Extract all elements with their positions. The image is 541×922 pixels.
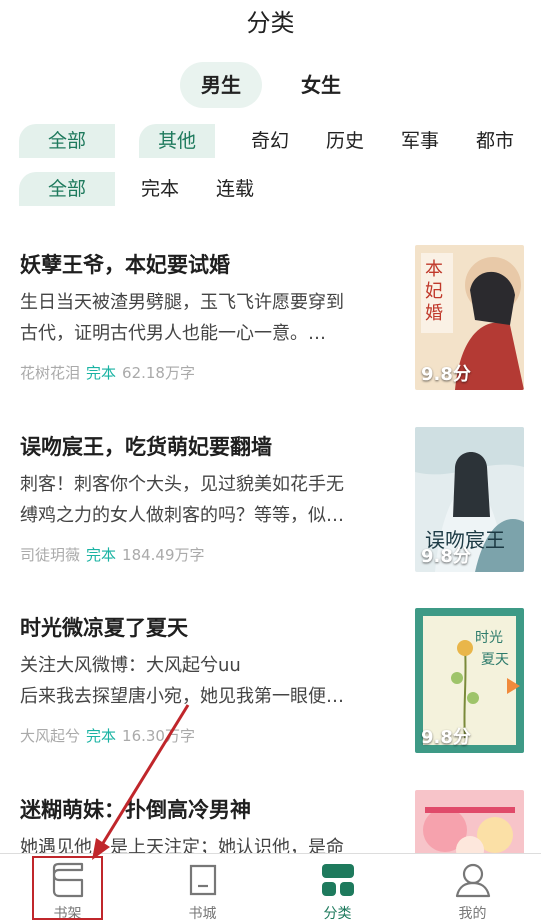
book-description-line: 关注大风微博：大风起兮uu — [20, 655, 241, 676]
nav-label: 我的 — [458, 906, 487, 922]
book-cover[interactable]: 本 妃 婚 9.8分 — [415, 245, 524, 390]
svg-text:本: 本 — [425, 259, 443, 280]
book-cover-art — [415, 790, 524, 853]
svg-text:时光: 时光 — [475, 630, 503, 646]
category-icon — [321, 864, 354, 896]
book-description-line: 生日当天被渣男劈腿，玉飞飞许愿要穿到 — [20, 292, 344, 313]
svg-text:夏天: 夏天 — [481, 652, 509, 668]
book-title: 时光微凉夏了夏天 — [20, 616, 188, 640]
gender-tabs: 男生 女生 — [0, 62, 541, 108]
page-title: 分类 — [246, 9, 295, 37]
profile-icon — [455, 863, 490, 898]
svg-text:婚: 婚 — [425, 303, 443, 324]
nav-label: 书城 — [188, 906, 217, 922]
highlight-box — [32, 856, 103, 920]
nav-label: 分类 — [323, 906, 352, 922]
book-description: 她遇见他，是上天注定；她认识他，是命 — [20, 832, 382, 853]
book-word-count: 62.18万字 — [122, 364, 195, 382]
book-description-line: 缚鸡之力的女人做刺客的吗？等等，似… — [20, 505, 344, 526]
status-filter-finished[interactable]: 完本 — [130, 172, 190, 206]
book-item[interactable]: 妖孽王爷，本妃要试婚 生日当天被渣男劈腿，玉飞飞许愿要穿到 古代，证明古代男人也… — [0, 245, 541, 415]
bookstore-icon — [189, 864, 216, 896]
book-title: 妖孽王爷，本妃要试婚 — [20, 253, 230, 277]
nav-profile[interactable]: 我的 — [405, 854, 540, 922]
book-author: 司徒玥薇 — [20, 546, 81, 564]
book-description-line: 刺客！刺客你个大头，见过貌美如花手无 — [20, 474, 344, 495]
book-word-count: 16.30万字 — [122, 727, 195, 745]
nav-category[interactable]: 分类 — [270, 854, 405, 922]
status-filter-row: 全部 完本 连载 — [0, 172, 541, 206]
nav-bookstore[interactable]: 书城 — [135, 854, 270, 922]
book-meta: 司徒玥薇 完本 184.49万字 — [20, 544, 205, 565]
tab-female[interactable]: 女生 — [280, 62, 362, 108]
book-description: 刺客！刺客你个大头，见过貌美如花手无 缚鸡之力的女人做刺客的吗？等等，似… — [20, 469, 382, 531]
book-word-count: 184.49万字 — [122, 546, 205, 564]
book-description-line: 古代，证明古代男人也能一心一意。… — [20, 323, 326, 344]
book-score: 9.8分 — [421, 546, 471, 567]
book-title: 误吻宸王，吃货萌妃要翻墙 — [20, 435, 272, 459]
category-filter-row: 全部 其他 奇幻 历史 军事 都市 — [0, 124, 541, 158]
book-score: 9.8分 — [421, 727, 471, 748]
category-filter-all[interactable]: 全部 — [19, 124, 115, 158]
page-header: 分类 — [0, 0, 541, 48]
category-filter-other[interactable]: 其他 — [139, 124, 215, 158]
category-filter-military[interactable]: 军事 — [390, 124, 450, 158]
book-title: 迷糊萌妹：扑倒高冷男神 — [20, 798, 251, 822]
book-status: 完本 — [86, 546, 117, 564]
book-description: 生日当天被渣男劈腿，玉飞飞许愿要穿到 古代，证明古代男人也能一心一意。… — [20, 287, 382, 349]
book-status: 完本 — [86, 364, 117, 382]
book-author: 大风起兮 — [20, 727, 81, 745]
book-meta: 大风起兮 完本 16.30万字 — [20, 725, 195, 746]
book-author: 花树花泪 — [20, 364, 81, 382]
tab-male[interactable]: 男生 — [180, 62, 262, 108]
category-filter-fantasy[interactable]: 奇幻 — [240, 124, 300, 158]
book-description-line: 后来我去探望唐小宛，她见我第一眼便… — [20, 686, 344, 707]
book-meta: 花树花泪 完本 62.18万字 — [20, 362, 195, 383]
book-item[interactable]: 时光微凉夏了夏天 关注大风微博：大风起兮uu 后来我去探望唐小宛，她见我第一眼便… — [0, 608, 541, 778]
book-status: 完本 — [86, 727, 117, 745]
book-cover[interactable]: 时光 夏天 9.8分 — [415, 608, 524, 753]
book-item[interactable]: 迷糊萌妹：扑倒高冷男神 她遇见他，是上天注定；她认识他，是命 — [0, 790, 541, 853]
category-filter-history[interactable]: 历史 — [315, 124, 375, 158]
book-item[interactable]: 误吻宸王，吃货萌妃要翻墙 刺客！刺客你个大头，见过貌美如花手无 缚鸡之力的女人做… — [0, 427, 541, 597]
book-cover[interactable] — [415, 790, 524, 853]
category-filter-urban[interactable]: 都市 — [465, 124, 525, 158]
book-description-line: 她遇见他，是上天注定；她认识他，是命 — [20, 837, 344, 853]
book-cover[interactable]: 误吻宸王 9.8分 — [415, 427, 524, 572]
status-filter-serializing[interactable]: 连载 — [205, 172, 265, 206]
status-filter-all[interactable]: 全部 — [19, 172, 115, 206]
book-score: 9.8分 — [421, 364, 471, 385]
svg-text:妃: 妃 — [425, 281, 443, 302]
book-description: 关注大风微博：大风起兮uu 后来我去探望唐小宛，她见我第一眼便… — [20, 650, 382, 712]
